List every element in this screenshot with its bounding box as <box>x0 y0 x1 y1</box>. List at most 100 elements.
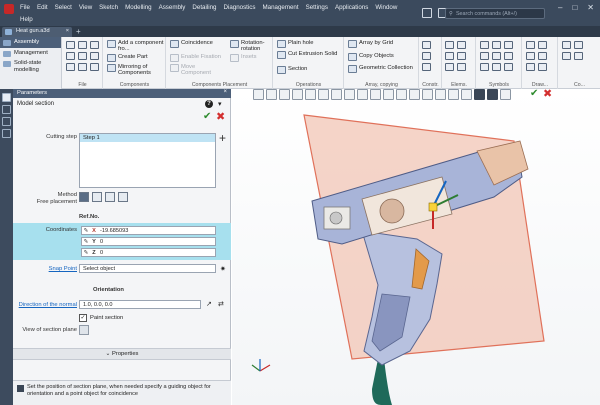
menu-assembly[interactable]: Assembly <box>159 4 186 11</box>
measure-icon[interactable] <box>562 41 571 49</box>
variables-icon[interactable] <box>2 117 11 126</box>
menu-diagnostics[interactable]: Diagnostics <box>223 4 255 11</box>
coord-y-field[interactable]: ✎ Y 0 <box>81 237 216 246</box>
dimension-icon[interactable] <box>480 41 489 49</box>
menu-file[interactable]: File <box>20 4 30 11</box>
plain-hole-button[interactable]: Plain hole <box>277 40 343 48</box>
swap-icon[interactable]: ⇄ <box>218 300 224 308</box>
menu-detailing[interactable]: Detailing <box>192 4 216 11</box>
properties-expander[interactable]: ⌄ Properties <box>13 348 231 360</box>
rect-icon[interactable] <box>457 63 466 71</box>
check-icon[interactable] <box>574 41 583 49</box>
snap-point-field[interactable]: Select object <box>79 264 216 273</box>
coord-z-field[interactable]: ✎ Z 0 <box>81 248 216 257</box>
cut-icon[interactable] <box>66 63 75 71</box>
paint-section-checkbox[interactable]: ✓ <box>79 314 87 322</box>
insets-button[interactable]: Insets <box>230 54 272 62</box>
cut-extrusion-button[interactable]: Cut Extrusion Solid <box>277 51 343 59</box>
array-grid-button[interactable]: Array by Grid <box>348 40 418 48</box>
parameters-panel-icon[interactable] <box>2 93 11 102</box>
step-item[interactable]: Step 1 <box>80 134 215 142</box>
undo-icon[interactable] <box>78 52 87 60</box>
create-part-button[interactable]: Create Part <box>107 54 165 62</box>
coord-x-field[interactable]: ✎ X -19.685093 <box>81 226 216 235</box>
circle-icon[interactable] <box>457 52 466 60</box>
pin-icon[interactable]: ▾ <box>218 100 222 108</box>
menu-management[interactable]: Management <box>262 4 298 11</box>
drawing-icon[interactable] <box>526 63 535 71</box>
enable-fixation-button[interactable]: Enable Fixation <box>170 54 226 62</box>
snap-point-link[interactable]: Snap Point <box>17 266 77 272</box>
geometric-collection-button[interactable]: Geometric Collection <box>348 65 418 73</box>
add-component-button[interactable]: Add a component fro... <box>107 40 165 52</box>
menu-window[interactable]: Window <box>375 4 397 11</box>
3d-viewport[interactable]: ✔ ✖ <box>232 89 600 405</box>
ribbon-nav-solid-state[interactable]: Solid-state modelling <box>0 58 61 75</box>
cut-view-icon[interactable] <box>526 52 535 60</box>
layers-icon[interactable] <box>2 129 11 138</box>
cancel-button[interactable]: ✖ <box>216 110 225 123</box>
bom-icon[interactable] <box>574 52 583 60</box>
minimize-icon[interactable]: – <box>558 3 562 12</box>
section-button[interactable]: Section <box>277 66 343 74</box>
menu-settings[interactable]: Settings <box>306 4 328 11</box>
menu-view[interactable]: View <box>79 4 92 11</box>
help-icon[interactable]: ? <box>205 100 213 108</box>
menu-select[interactable]: Select <box>55 4 72 11</box>
projection-icon[interactable] <box>538 41 547 49</box>
close-window-icon[interactable]: ✕ <box>587 3 594 12</box>
search-input[interactable]: ⚲ Search commands (Alt+/) <box>445 8 545 19</box>
arc-icon[interactable] <box>445 52 454 60</box>
document-tab[interactable]: Heat gun.a3d × <box>2 27 72 37</box>
layer-icon[interactable] <box>538 63 547 71</box>
line-icon[interactable] <box>457 41 466 49</box>
open-file-icon[interactable] <box>78 41 87 49</box>
print-icon[interactable] <box>66 52 75 60</box>
maximize-icon[interactable]: □ <box>572 3 577 12</box>
point-icon[interactable] <box>422 41 431 49</box>
move-component-button[interactable]: Move Component <box>170 64 226 76</box>
ribbon-nav-management[interactable]: Management <box>0 48 61 59</box>
datum-icon[interactable] <box>492 52 501 60</box>
by-point-icon[interactable] <box>105 192 115 202</box>
direction-normal-link[interactable]: Direction of the normal <box>13 302 77 308</box>
axis-icon[interactable] <box>422 52 431 60</box>
pick-direction-icon[interactable]: ↗ <box>206 300 212 308</box>
menu-sketch[interactable]: Sketch <box>99 4 118 11</box>
by-axis-icon[interactable] <box>118 192 128 202</box>
ribbon-nav-assembly[interactable]: Assembly <box>0 37 61 48</box>
leader-icon[interactable] <box>504 41 513 49</box>
paste-icon[interactable] <box>90 63 99 71</box>
text-icon[interactable] <box>480 63 489 71</box>
view-plane-icon[interactable] <box>79 325 89 335</box>
roughness-icon[interactable] <box>492 41 501 49</box>
menu-help[interactable]: Help <box>20 16 33 23</box>
detail-view-icon[interactable] <box>538 52 547 60</box>
free-placement-icon[interactable] <box>79 192 89 202</box>
menu-applications[interactable]: Applications <box>335 4 368 11</box>
menu-modelling[interactable]: Modelling <box>125 4 151 11</box>
copy-icon[interactable] <box>78 63 87 71</box>
copy-objects-button[interactable]: Copy Objects <box>348 53 418 61</box>
model-tree-icon[interactable] <box>2 105 11 114</box>
new-file-icon[interactable] <box>66 41 75 49</box>
new-tab-icon[interactable]: + <box>76 27 81 36</box>
tolerance-icon[interactable] <box>480 52 489 60</box>
menu-edit[interactable]: Edit <box>37 4 48 11</box>
report-icon[interactable] <box>562 52 571 60</box>
close-tab-icon[interactable]: × <box>66 28 69 34</box>
save-icon[interactable] <box>90 41 99 49</box>
table-icon[interactable] <box>492 63 501 71</box>
add-step-icon[interactable]: + <box>219 131 226 145</box>
by-face-icon[interactable] <box>92 192 102 202</box>
ok-button[interactable]: ✔ <box>203 111 211 122</box>
target-icon[interactable]: ✷ <box>220 265 226 273</box>
steps-list[interactable]: Step 1 <box>79 133 216 188</box>
layout-icon[interactable] <box>422 8 432 18</box>
spline-icon[interactable] <box>445 63 454 71</box>
direction-field[interactable]: 1.0, 0.0, 0.0 <box>79 300 201 309</box>
sketch-icon[interactable] <box>445 41 454 49</box>
rotation-button[interactable]: Rotation-rotation <box>230 40 272 52</box>
plane-icon[interactable] <box>422 63 431 71</box>
mirroring-button[interactable]: Mirroring of Components <box>107 64 165 76</box>
